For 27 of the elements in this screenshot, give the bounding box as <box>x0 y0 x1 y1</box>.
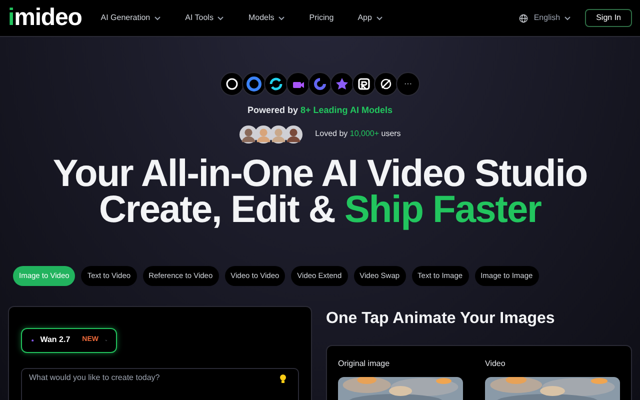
sign-in-button[interactable]: Sign In <box>585 9 632 27</box>
star-icon <box>334 76 350 92</box>
loop-icon <box>268 76 284 92</box>
swirl-icon <box>312 76 328 92</box>
nav-link[interactable]: AI Tools <box>185 12 224 24</box>
section-title: One Tap Animate Your Images <box>326 308 556 328</box>
column-label: Original image <box>338 358 391 370</box>
ring-icon <box>246 76 262 92</box>
loved-by-text: Loved by 10,000+ users <box>315 128 401 140</box>
headline: Your All-in-One AI Video Studio <box>52 156 588 192</box>
lightbulb-icon[interactable] <box>279 374 287 384</box>
avatar-icon <box>284 124 304 144</box>
caret-icon <box>564 16 572 20</box>
globe-icon <box>518 14 528 22</box>
slashed-circle-icon <box>378 76 394 92</box>
more-models-button[interactable]: ··· <box>396 72 420 96</box>
logo[interactable]: imideo <box>8 6 82 30</box>
prompt-field[interactable]: What would you like to create today? <box>21 368 299 400</box>
nav-link[interactable]: Pricing <box>309 12 334 24</box>
nav-link[interactable]: Models <box>248 12 286 24</box>
nav-link[interactable]: App <box>358 12 383 24</box>
nav-link[interactable]: AI Generation <box>100 12 162 24</box>
letter-r-icon <box>356 76 372 92</box>
language-selector[interactable]: English <box>518 12 572 24</box>
column-label: Video <box>485 358 506 370</box>
powered-by-text: Powered by 8+ Leading AI Models <box>248 104 392 117</box>
headline: Create, Edit & Ship Faster <box>99 192 541 228</box>
